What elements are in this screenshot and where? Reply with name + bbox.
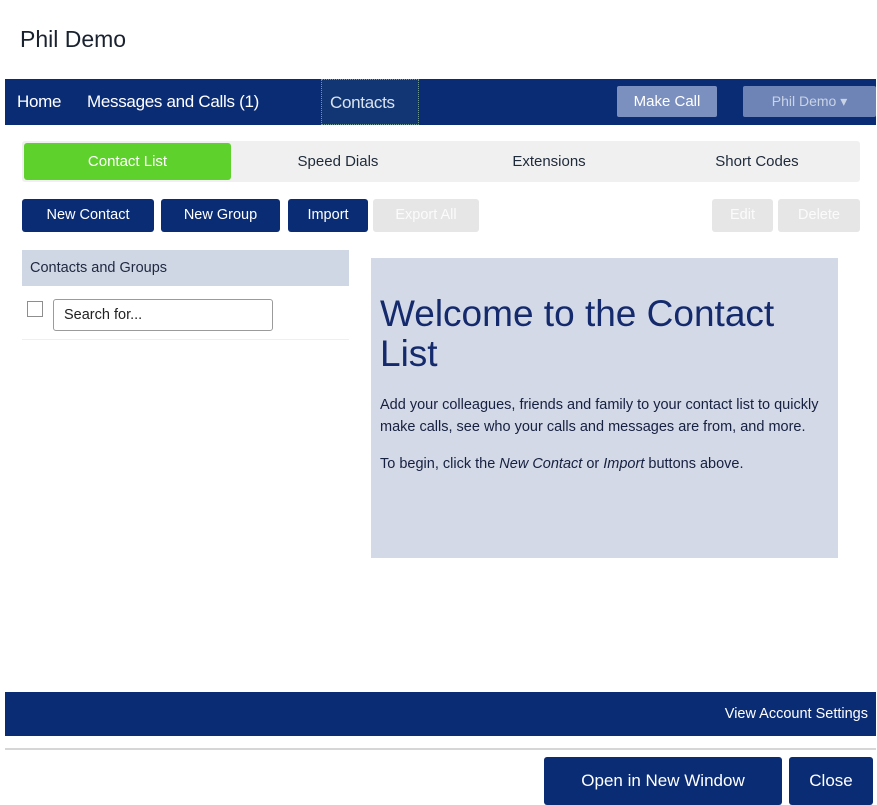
search-input[interactable] <box>53 299 273 331</box>
user-menu-button[interactable]: Phil Demo ▾ <box>743 86 876 117</box>
nav-messages-and-calls[interactable]: Messages and Calls (1) <box>87 79 259 125</box>
delete-button[interactable]: Delete <box>778 199 860 232</box>
nav-contacts[interactable]: Contacts <box>321 79 419 125</box>
contacts-tabs: Contact List Speed Dials Extensions Shor… <box>22 141 860 182</box>
instructions-text: To begin, click the <box>380 456 500 472</box>
footer-bar: View Account Settings <box>5 692 876 736</box>
top-navbar: Home Messages and Calls (1) Contacts Mak… <box>5 79 876 125</box>
tab-speed-dials[interactable]: Speed Dials <box>258 141 418 182</box>
footer-divider <box>5 748 876 750</box>
import-button[interactable]: Import <box>288 199 368 232</box>
contacts-and-groups-header: Contacts and Groups <box>22 250 349 286</box>
close-button[interactable]: Close <box>789 757 873 805</box>
list-divider <box>22 339 349 340</box>
view-account-settings-link[interactable]: View Account Settings <box>725 692 868 736</box>
tab-contact-list[interactable]: Contact List <box>24 143 231 180</box>
export-all-button[interactable]: Export All <box>373 199 479 232</box>
instructions-text: buttons above. <box>644 456 744 472</box>
instructions-import: Import <box>603 456 645 472</box>
welcome-description: Add your colleagues, friends and family … <box>380 397 819 435</box>
window-title: Phil Demo <box>20 26 127 52</box>
tab-short-codes[interactable]: Short Codes <box>677 141 837 182</box>
open-in-new-window-button[interactable]: Open in New Window <box>544 757 782 805</box>
welcome-instructions: To begin, click the New Contact or Impor… <box>380 453 830 475</box>
new-contact-button[interactable]: New Contact <box>22 199 154 232</box>
instructions-new-contact: New Contact <box>499 456 583 472</box>
welcome-panel: Welcome to the Contact List Add your col… <box>371 258 838 558</box>
new-group-button[interactable]: New Group <box>161 199 280 232</box>
select-all-checkbox[interactable] <box>27 301 43 317</box>
welcome-title: Welcome to the Contact List <box>380 293 775 374</box>
tab-extensions[interactable]: Extensions <box>469 141 629 182</box>
edit-button[interactable]: Edit <box>712 199 773 232</box>
instructions-text: or <box>582 456 604 472</box>
nav-home[interactable]: Home <box>17 79 61 125</box>
make-call-button[interactable]: Make Call <box>617 86 717 117</box>
